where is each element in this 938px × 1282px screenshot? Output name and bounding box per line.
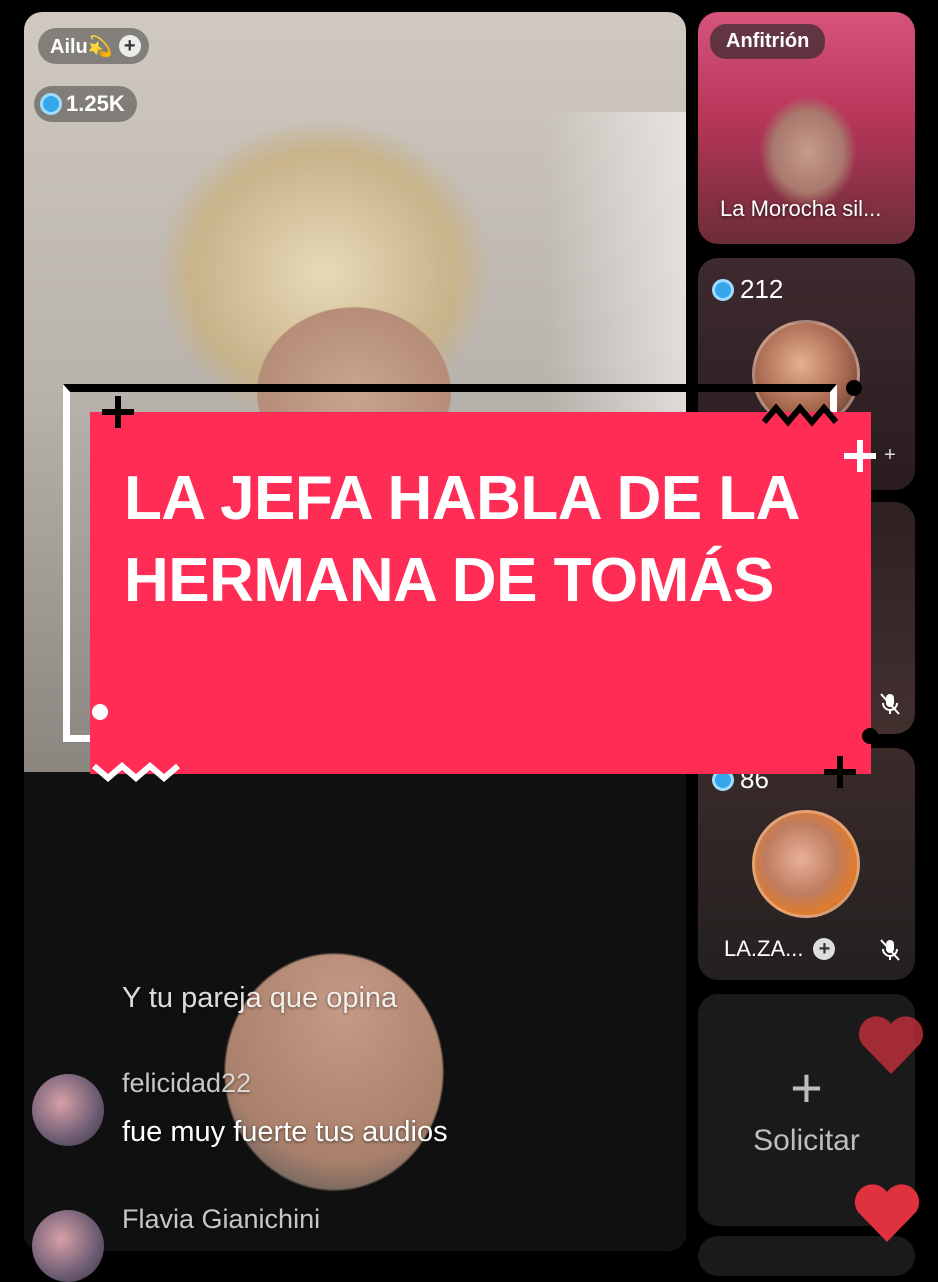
coin-gem-icon	[40, 93, 62, 115]
follow-plus-icon[interactable]: +	[118, 35, 141, 57]
host-guest-tile[interactable]: Anfitrión La Morocha sil...	[698, 12, 915, 244]
sparkle-plus-icon	[844, 440, 876, 472]
guest-tile[interactable]: 86 LA.ZA... +	[698, 748, 915, 980]
dot-decoration	[92, 704, 108, 720]
host-guest-name: La Morocha sil...	[720, 196, 882, 221]
host-badge: Anfitrión	[710, 24, 826, 59]
zigzag-icon	[762, 403, 839, 427]
guest-name: LA.ZA...	[724, 936, 804, 961]
dot-decoration	[846, 380, 862, 396]
comment-text: fue muy fuerte tus audios	[122, 1116, 448, 1148]
heart-icon	[858, 1016, 924, 1074]
comment-username: felicidad22	[122, 1068, 252, 1098]
guest-footer: LA.ZA... +	[724, 936, 836, 962]
sparkle-plus-icon	[824, 756, 856, 788]
comment-text: Y tu pareja que opina	[122, 982, 398, 1014]
sparkle-plus-icon	[102, 396, 134, 428]
heart-icon	[854, 1184, 920, 1242]
banner-title: LA JEFA HABLA DE LA HERMANA DE TOMÁS	[124, 464, 798, 615]
request-label: Solicitar	[753, 1124, 860, 1157]
commenter-avatar[interactable]	[32, 1074, 104, 1146]
commenter-avatar[interactable]	[32, 1210, 104, 1282]
coin-count-pill[interactable]: 1.25K	[34, 86, 137, 122]
coin-gem-icon	[712, 278, 734, 301]
mic-muted-icon	[877, 692, 903, 718]
plus-icon[interactable]: +	[877, 442, 903, 468]
coin-count: 1.25K	[66, 91, 125, 116]
guest-avatar	[752, 810, 860, 918]
mic-muted-icon	[877, 938, 903, 964]
dot-decoration	[862, 728, 878, 744]
guest-coins: 212	[740, 274, 784, 304]
host-name: Ailu💫	[50, 35, 113, 58]
follow-plus-icon[interactable]: +	[813, 938, 836, 960]
zigzag-icon	[92, 762, 180, 782]
comment-username: Flavia Gianichini	[122, 1204, 321, 1234]
host-name-pill[interactable]: Ailu💫 +	[38, 28, 149, 64]
guest-coin-count: 212	[712, 274, 783, 305]
